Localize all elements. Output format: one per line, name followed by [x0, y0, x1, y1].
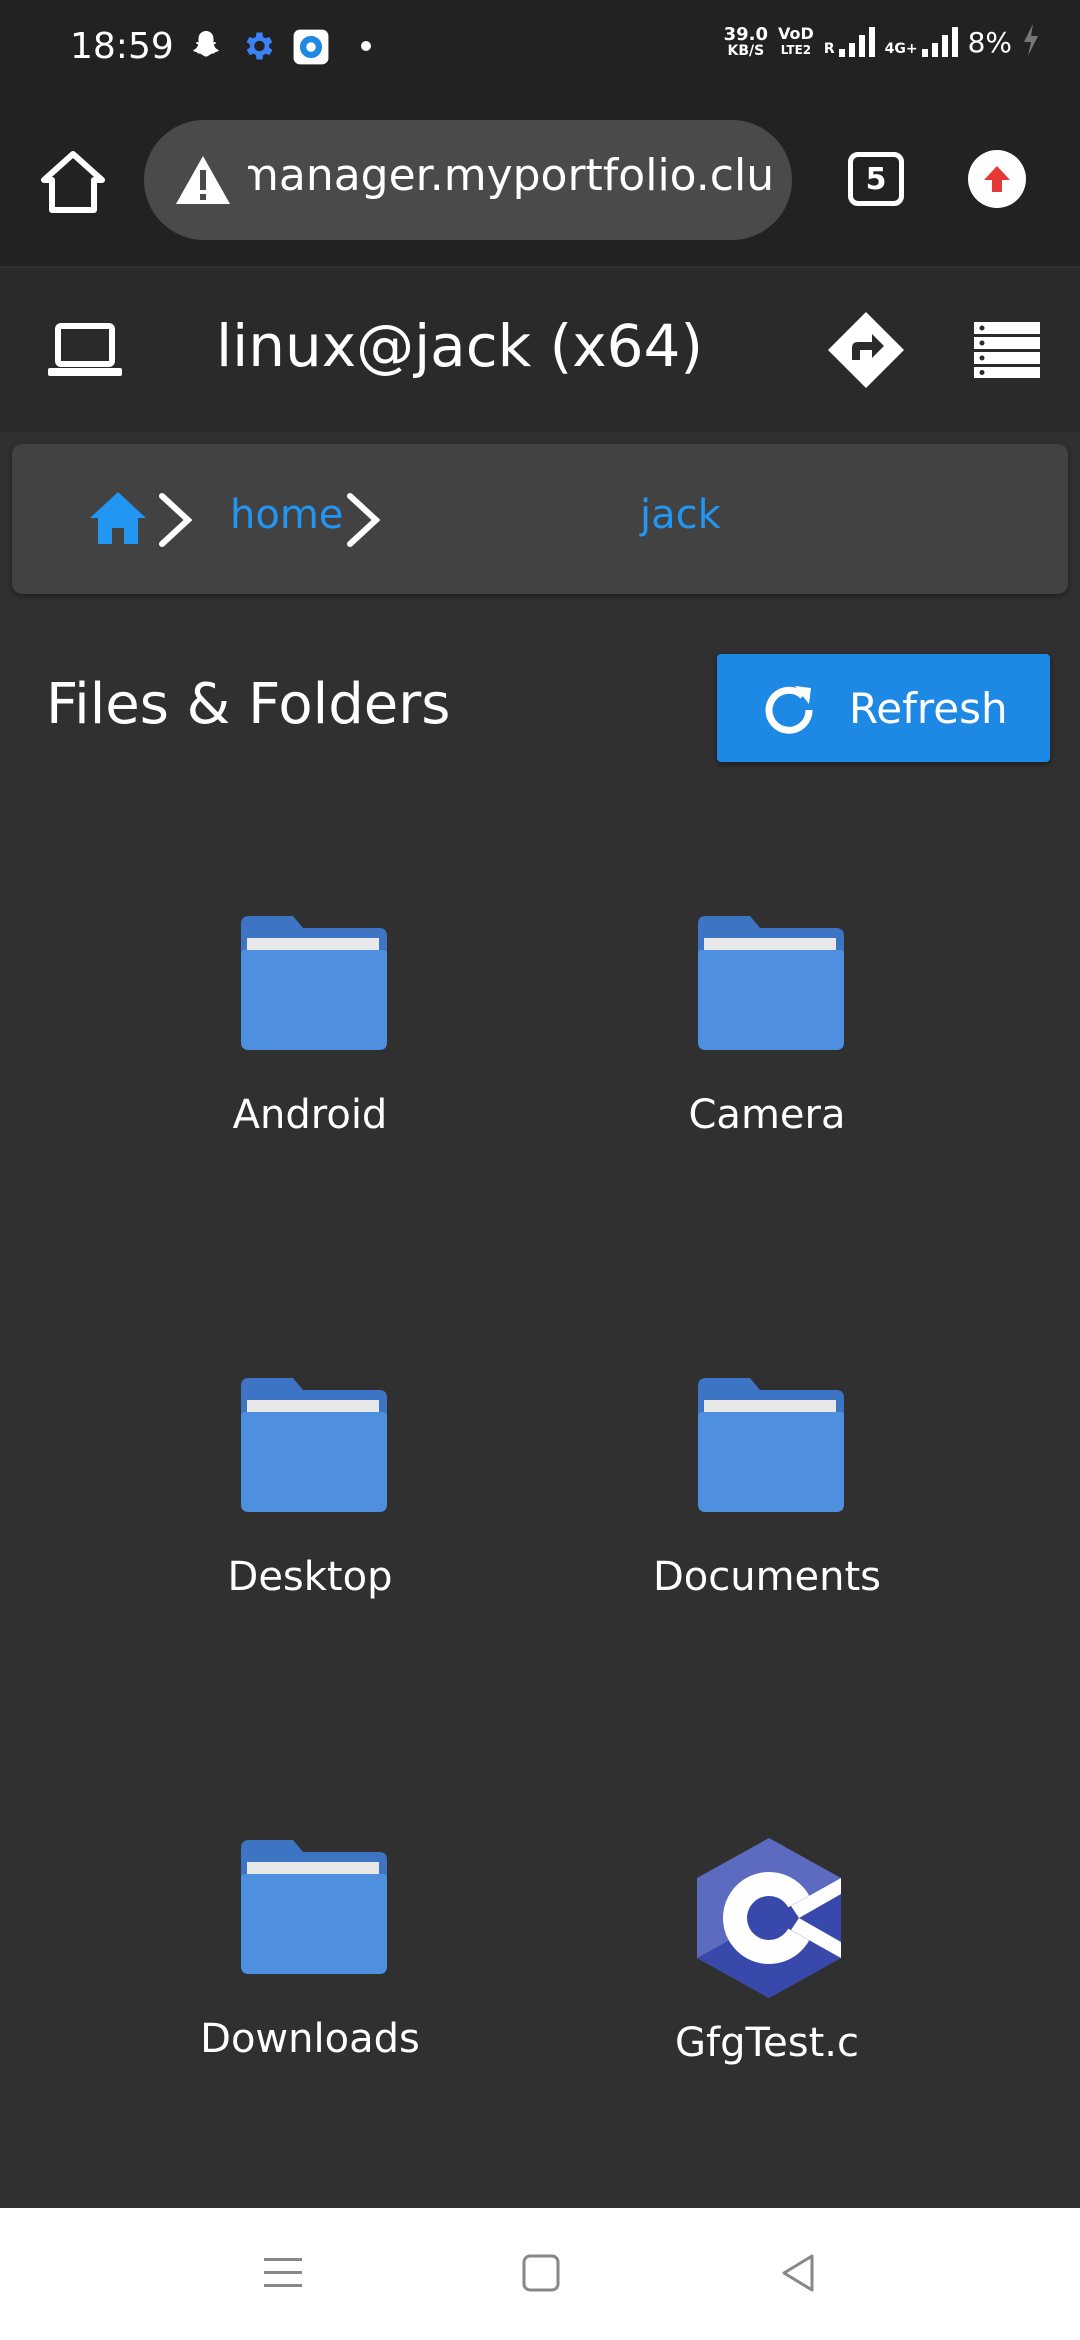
tab-switcher-button[interactable]: 5: [848, 152, 904, 206]
charging-icon: [1022, 24, 1040, 60]
laptop-icon: [48, 320, 122, 380]
chevron-right-icon: [342, 490, 386, 550]
folder-icon: [241, 1378, 387, 1512]
item-label: Android: [232, 1092, 388, 1138]
network-speed: 39.0 KB/S: [723, 24, 769, 59]
folder-icon: [698, 1378, 844, 1512]
snapchat-icon: [188, 28, 224, 64]
system-navigation-bar: [0, 2208, 1080, 2340]
home-nav-icon[interactable]: [516, 2248, 566, 2298]
extension-upload-icon[interactable]: [968, 150, 1026, 208]
folder-icon: [698, 916, 844, 1050]
app-icon: [292, 28, 330, 66]
item-label: Desktop: [227, 1554, 393, 1600]
folder-item-desktop[interactable]: Desktop: [110, 1376, 510, 1676]
status-indicators: 39.0 KB/S VoD LTE2 R 4G+ 8%: [724, 24, 1040, 60]
file-item-gfgtest-c[interactable]: GfgTest.c: [567, 1836, 967, 2136]
refresh-label: Refresh: [849, 683, 1008, 733]
item-label: GfgTest.c: [675, 2020, 859, 2066]
status-time: 18:59: [70, 26, 174, 67]
directions-icon[interactable]: [826, 310, 906, 390]
app-header: linux@jack (x64): [0, 268, 1080, 432]
folder-item-camera[interactable]: Camera: [567, 914, 967, 1214]
folder-item-downloads[interactable]: Downloads: [110, 1838, 510, 2138]
url-text[interactable]: manager.myportfolio.club: [248, 150, 778, 210]
breadcrumb-item-jack[interactable]: jack: [640, 492, 721, 538]
section-title: Files & Folders: [46, 672, 451, 737]
browser-home-icon[interactable]: [38, 148, 108, 218]
browser-toolbar: manager.myportfolio.club 5: [0, 100, 1080, 266]
tab-count: 5: [865, 161, 887, 197]
item-label: Downloads: [200, 2016, 420, 2062]
signal-icon: R: [824, 27, 875, 57]
settings-gear-icon: [240, 28, 276, 64]
signal-4g-icon: 4G+: [885, 27, 958, 57]
chevron-right-icon: [154, 490, 198, 550]
status-bar: 18:59 39.0 KB/S VoD LTE2 R 4G+ 8%: [0, 0, 1080, 100]
recent-apps-icon[interactable]: [258, 2248, 308, 2298]
volte-indicator: VoD LTE2: [778, 24, 814, 58]
breadcrumb: home jack: [12, 444, 1068, 594]
battery-level: 8%: [967, 25, 1012, 59]
dot-icon: [360, 40, 372, 52]
item-label: Camera: [688, 1092, 846, 1138]
server-menu-icon[interactable]: [974, 322, 1040, 378]
page-title: linux@jack (x64): [216, 312, 704, 380]
breadcrumb-home-icon[interactable]: [88, 490, 148, 546]
folder-item-android[interactable]: Android: [110, 914, 510, 1214]
breadcrumb-item-home[interactable]: home: [230, 492, 343, 538]
folder-item-documents[interactable]: Documents: [567, 1376, 967, 1676]
refresh-icon: [765, 686, 813, 734]
folder-icon: [241, 916, 387, 1050]
warning-icon[interactable]: [174, 154, 232, 206]
back-nav-icon[interactable]: [774, 2248, 824, 2298]
refresh-button[interactable]: Refresh: [717, 654, 1050, 762]
folder-icon: [241, 1840, 387, 1974]
item-label: Documents: [652, 1554, 882, 1600]
c-language-icon: [697, 1838, 841, 1998]
address-bar[interactable]: manager.myportfolio.club: [144, 120, 792, 240]
